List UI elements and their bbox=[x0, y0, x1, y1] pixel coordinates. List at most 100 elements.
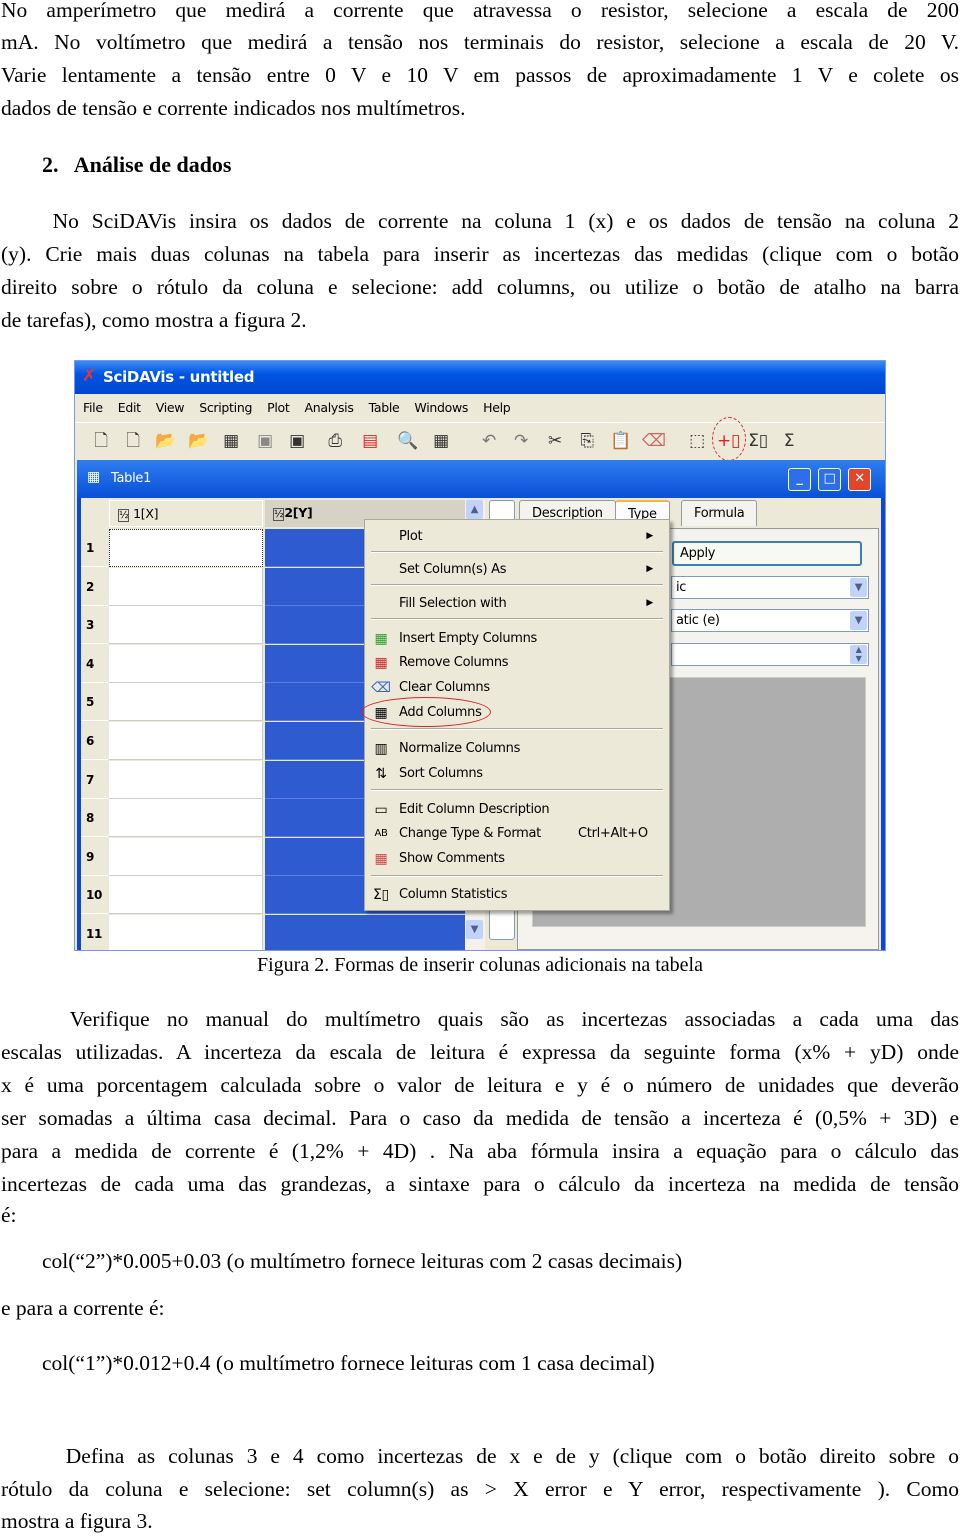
row-header[interactable]: 3 bbox=[81, 606, 108, 645]
row-header[interactable]: 8 bbox=[81, 799, 108, 838]
combo-value: ic bbox=[676, 580, 687, 595]
menu-analysis[interactable]: Analysis bbox=[304, 400, 353, 415]
spin-arrows-icon[interactable]: ▲ ▼ bbox=[850, 645, 867, 664]
scroll-down-icon[interactable]: ▼ bbox=[466, 920, 483, 939]
column-label: 2[Y] bbox=[284, 505, 313, 520]
scroll-up-icon[interactable]: ▲ bbox=[466, 500, 483, 519]
row-header[interactable]: 1 bbox=[81, 529, 108, 567]
text-line: e para a corrente é: bbox=[1, 1296, 165, 1320]
table-cell[interactable] bbox=[109, 567, 263, 606]
menu-scripting[interactable]: Scripting bbox=[199, 400, 252, 415]
table-cell[interactable] bbox=[109, 876, 263, 915]
column-header-1[interactable]: ½ 1[X] bbox=[109, 500, 263, 527]
table-cell-selected[interactable] bbox=[265, 915, 465, 950]
menu-item-plot[interactable]: Plot bbox=[399, 529, 423, 544]
text-line: Verifique no manual do multímetro quais … bbox=[1, 1007, 959, 1031]
column-statistics-icon[interactable]: Σ▯ bbox=[748, 430, 768, 452]
menu-file[interactable]: File bbox=[83, 400, 103, 415]
table-cell[interactable] bbox=[109, 837, 263, 876]
row-header[interactable]: 11 bbox=[81, 915, 108, 950]
menu-item-edit-column-description[interactable]: Edit Column Description bbox=[399, 802, 550, 817]
menu-item-column-statistics[interactable]: Column Statistics bbox=[399, 887, 508, 902]
table-cell[interactable] bbox=[109, 529, 263, 567]
menu-item-change-type-format[interactable]: Change Type & Format bbox=[399, 826, 541, 841]
open-template-icon[interactable]: 📂 bbox=[188, 430, 209, 452]
shortcut-label: Ctrl+Alt+O bbox=[578, 826, 648, 841]
menu-plot[interactable]: Plot bbox=[267, 400, 290, 415]
menu-item-show-comments[interactable]: Show Comments bbox=[399, 851, 505, 866]
maximize-button[interactable]: □ bbox=[818, 468, 841, 491]
menu-separator bbox=[371, 618, 663, 620]
numeric-format-combo[interactable]: atic (e) ▼ bbox=[671, 609, 869, 632]
menu-separator bbox=[371, 728, 663, 730]
results-log-icon[interactable]: ▦ bbox=[431, 430, 451, 452]
undo-icon[interactable]: ↶ bbox=[479, 430, 499, 452]
row-header[interactable]: 4 bbox=[81, 644, 108, 683]
menu-item-sort-columns[interactable]: Sort Columns bbox=[399, 766, 483, 781]
format-combo[interactable]: ic ▼ bbox=[671, 576, 869, 599]
chevron-down-icon[interactable]: ▼ bbox=[850, 578, 867, 597]
window-title: Table1 bbox=[111, 471, 152, 486]
import-ascii-icon[interactable]: ▦ bbox=[221, 430, 241, 452]
table-cell[interactable] bbox=[109, 683, 263, 722]
row-header[interactable]: 5 bbox=[81, 683, 108, 722]
text-line: Defina as colunas 3 e 4 como incertezas … bbox=[1, 1444, 959, 1468]
column-label: 1[X] bbox=[133, 506, 159, 521]
chevron-down-icon[interactable]: ▼ bbox=[850, 611, 867, 630]
tab-formula[interactable]: Formula bbox=[681, 500, 758, 526]
save-icon[interactable]: ▣ bbox=[255, 430, 275, 452]
menu-view[interactable]: View bbox=[156, 400, 185, 415]
row-header[interactable]: 6 bbox=[81, 722, 108, 760]
cut-icon[interactable]: ✂ bbox=[545, 430, 565, 452]
normalize-icon: ▥ bbox=[374, 741, 388, 757]
open-icon[interactable]: 📂 bbox=[155, 430, 176, 452]
clear-icon[interactable]: ⌫ bbox=[642, 430, 666, 452]
description-icon: ▭ bbox=[374, 802, 388, 818]
numeric-column-icon: ½ bbox=[273, 508, 285, 521]
comments-icon: ▦ bbox=[374, 851, 388, 867]
menu-item-set-columns-as[interactable]: Set Column(s) As bbox=[399, 562, 506, 577]
table-cell[interactable] bbox=[109, 644, 263, 683]
save-as-icon[interactable]: ▣ bbox=[287, 430, 307, 452]
menu-item-insert-empty-columns[interactable]: Insert Empty Columns bbox=[399, 631, 537, 646]
table-cell[interactable] bbox=[109, 606, 263, 645]
menu-item-fill-selection[interactable]: Fill Selection with bbox=[399, 596, 507, 611]
menu-edit[interactable]: Edit bbox=[118, 400, 141, 415]
submenu-arrow-icon: ▶ bbox=[646, 531, 653, 541]
new-table-icon[interactable]: 🗋 bbox=[123, 430, 143, 452]
menu-table[interactable]: Table bbox=[369, 400, 400, 415]
menu-separator bbox=[371, 584, 663, 586]
row-header[interactable]: 10 bbox=[81, 876, 108, 915]
text-line: No amperímetro que medirá a corrente que… bbox=[1, 0, 959, 22]
copy-icon[interactable]: ⎘ bbox=[577, 430, 597, 452]
type-format-icon: AB bbox=[374, 828, 388, 839]
table-cell[interactable] bbox=[109, 799, 263, 838]
menu-item-normalize-columns[interactable]: Normalize Columns bbox=[399, 741, 520, 756]
close-button[interactable]: ✕ bbox=[848, 468, 871, 491]
apply-button[interactable]: Apply bbox=[672, 541, 862, 566]
new-icon[interactable]: 🗋 bbox=[91, 430, 111, 452]
menu-windows[interactable]: Windows bbox=[414, 400, 468, 415]
minimize-button[interactable]: _ bbox=[788, 468, 811, 491]
digits-spinbox[interactable]: ▲ ▼ bbox=[671, 643, 869, 666]
row-header[interactable]: 2 bbox=[81, 567, 108, 606]
table-cell[interactable] bbox=[109, 760, 263, 799]
row-header[interactable]: 7 bbox=[81, 760, 108, 799]
row-header[interactable]: 9 bbox=[81, 837, 108, 876]
paste-icon[interactable]: 📋 bbox=[610, 430, 631, 452]
menu-item-clear-columns[interactable]: Clear Columns bbox=[399, 680, 490, 695]
menubar: File Edit View Scripting Plot Analysis Table Wi… bbox=[75, 394, 885, 422]
menu-help[interactable]: Help bbox=[483, 400, 511, 415]
project-explorer-icon[interactable]: 🔍 bbox=[397, 430, 418, 452]
export-pdf-icon[interactable]: ▤ bbox=[360, 430, 380, 452]
text-line: mA. No voltímetro que medirá a tensão no… bbox=[1, 30, 959, 54]
text-line: ser somadas a última casa decimal. Para … bbox=[1, 1106, 959, 1130]
table-cell[interactable] bbox=[109, 915, 263, 950]
text-line: rótulo da coluna e selecione: set column… bbox=[1, 1477, 959, 1501]
print-icon[interactable]: ⎙ bbox=[325, 430, 345, 452]
menu-item-remove-columns[interactable]: Remove Columns bbox=[399, 655, 509, 670]
select-column-icon[interactable]: ⬚ bbox=[687, 430, 707, 452]
row-statistics-icon[interactable]: Σ bbox=[779, 430, 799, 452]
redo-icon[interactable]: ↷ bbox=[511, 430, 531, 452]
table-cell[interactable] bbox=[109, 722, 263, 760]
